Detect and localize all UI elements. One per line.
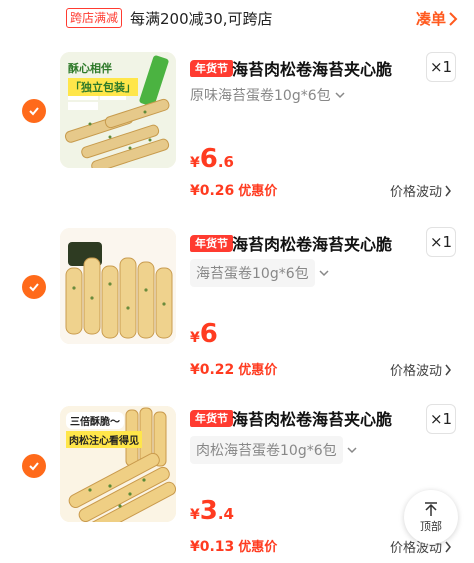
festival-tag: 年货节 — [190, 235, 233, 252]
spec-label: 原味海苔蛋卷10g*6包 — [190, 88, 331, 104]
discounted-price-value: ¥0.22 — [190, 362, 235, 378]
back-to-top-label: 顶部 — [420, 520, 442, 533]
image-caption-line: 肉松注心看得见 — [66, 431, 142, 448]
chevron-down-icon — [335, 92, 345, 99]
price-integer: 3 — [199, 496, 218, 526]
product-title[interactable]: 海苔肉松卷海苔夹心脆 — [232, 406, 392, 430]
arrow-up-icon — [425, 502, 437, 516]
promo-text: 每满200减30,可跨店 — [130, 9, 273, 28]
spec-selector[interactable]: 海苔蛋卷10g*6包 — [190, 259, 329, 287]
cross-store-promo-bar: 跨店满减 每满200减30,可跨店 — [0, 0, 474, 36]
item-checkbox[interactable] — [22, 275, 46, 299]
promo-tag: 跨店满减 — [66, 8, 123, 28]
product-image[interactable]: 酥心相伴 「独立包装」 — [60, 52, 176, 168]
product-image[interactable] — [60, 228, 176, 344]
discounted-price-value: ¥0.26 — [190, 183, 235, 199]
price: ¥6.6 — [190, 144, 234, 174]
price-integer: 6 — [199, 144, 218, 174]
image-caption-line: 三倍酥脆～ — [66, 412, 124, 429]
check-icon — [29, 462, 39, 471]
chevron-down-icon — [319, 270, 329, 277]
product-title[interactable]: 海苔肉松卷海苔夹心脆 — [232, 56, 392, 80]
chevron-right-icon — [449, 11, 458, 26]
price-trend-label: 价格波动 — [389, 185, 442, 200]
chevron-right-icon — [445, 541, 451, 552]
chevron-right-icon — [445, 185, 451, 196]
item-checkbox[interactable] — [22, 99, 46, 123]
add-items-label: 凑单 — [415, 10, 446, 28]
price: ¥3.4 — [190, 496, 234, 526]
discounted-price-label: 优惠价 — [238, 184, 278, 199]
egg-roll-illustration — [60, 228, 176, 344]
discounted-price-label: 优惠价 — [238, 540, 278, 555]
spec-label: 肉松海苔蛋卷10g*6包 — [190, 436, 343, 464]
quantity-badge[interactable]: ×1 — [426, 404, 456, 434]
quantity-badge[interactable]: ×1 — [426, 227, 456, 257]
check-icon — [29, 107, 39, 116]
cart-item: 酥心相伴 「独立包装」 年货节 海苔肉松卷海苔夹心脆 ×1 原味海苔蛋卷10g*… — [0, 40, 474, 212]
festival-tag: 年货节 — [190, 60, 233, 77]
image-caption-line: 「独立包装」 — [68, 78, 138, 96]
discounted-price: ¥0.26 优惠价 — [190, 180, 277, 199]
chevron-down-icon — [347, 447, 357, 454]
price-decimal: .4 — [217, 505, 234, 523]
check-icon — [29, 283, 39, 292]
discounted-price-value: ¥0.13 — [190, 539, 235, 555]
spec-label: 海苔蛋卷10g*6包 — [190, 259, 315, 287]
quantity-badge[interactable]: ×1 — [426, 52, 456, 82]
spec-selector[interactable]: 原味海苔蛋卷10g*6包 — [190, 85, 345, 105]
price: ¥6 — [190, 319, 218, 349]
image-caption: 酥心相伴 「独立包装」 — [68, 60, 138, 96]
chevron-right-icon — [445, 364, 451, 375]
image-caption-line: 酥心相伴 — [68, 62, 112, 75]
discounted-price: ¥0.22 优惠价 — [190, 359, 277, 378]
discounted-price-label: 优惠价 — [238, 363, 278, 378]
price-integer: 6 — [199, 319, 218, 349]
discounted-price: ¥0.13 优惠价 — [190, 536, 277, 555]
image-caption: 三倍酥脆～ 肉松注心看得见 — [66, 412, 142, 448]
festival-tag: 年货节 — [190, 410, 233, 427]
price-decimal: .6 — [217, 153, 234, 171]
price-trend-label: 价格波动 — [389, 364, 442, 379]
price-trend-link[interactable]: 价格波动 — [390, 181, 452, 200]
cart-item: 三倍酥脆～ 肉松注心看得见 年货节 海苔肉松卷海苔夹心脆 ×1 肉松海苔蛋卷10… — [0, 390, 474, 562]
back-to-top-button[interactable]: 顶部 — [404, 490, 458, 544]
price-currency: ¥ — [190, 507, 200, 523]
spec-selector[interactable]: 肉松海苔蛋卷10g*6包 — [190, 436, 357, 464]
price-currency: ¥ — [190, 155, 200, 171]
item-checkbox[interactable] — [22, 454, 46, 478]
product-image[interactable]: 三倍酥脆～ 肉松注心看得见 — [60, 406, 176, 522]
add-items-link[interactable]: 凑单 — [416, 8, 458, 29]
price-currency: ¥ — [190, 330, 200, 346]
product-title[interactable]: 海苔肉松卷海苔夹心脆 — [232, 231, 392, 255]
cart-item: 年货节 海苔肉松卷海苔夹心脆 ×1 海苔蛋卷10g*6包 ¥6 ¥0.22 优惠价… — [0, 215, 474, 387]
price-trend-link[interactable]: 价格波动 — [390, 360, 452, 379]
